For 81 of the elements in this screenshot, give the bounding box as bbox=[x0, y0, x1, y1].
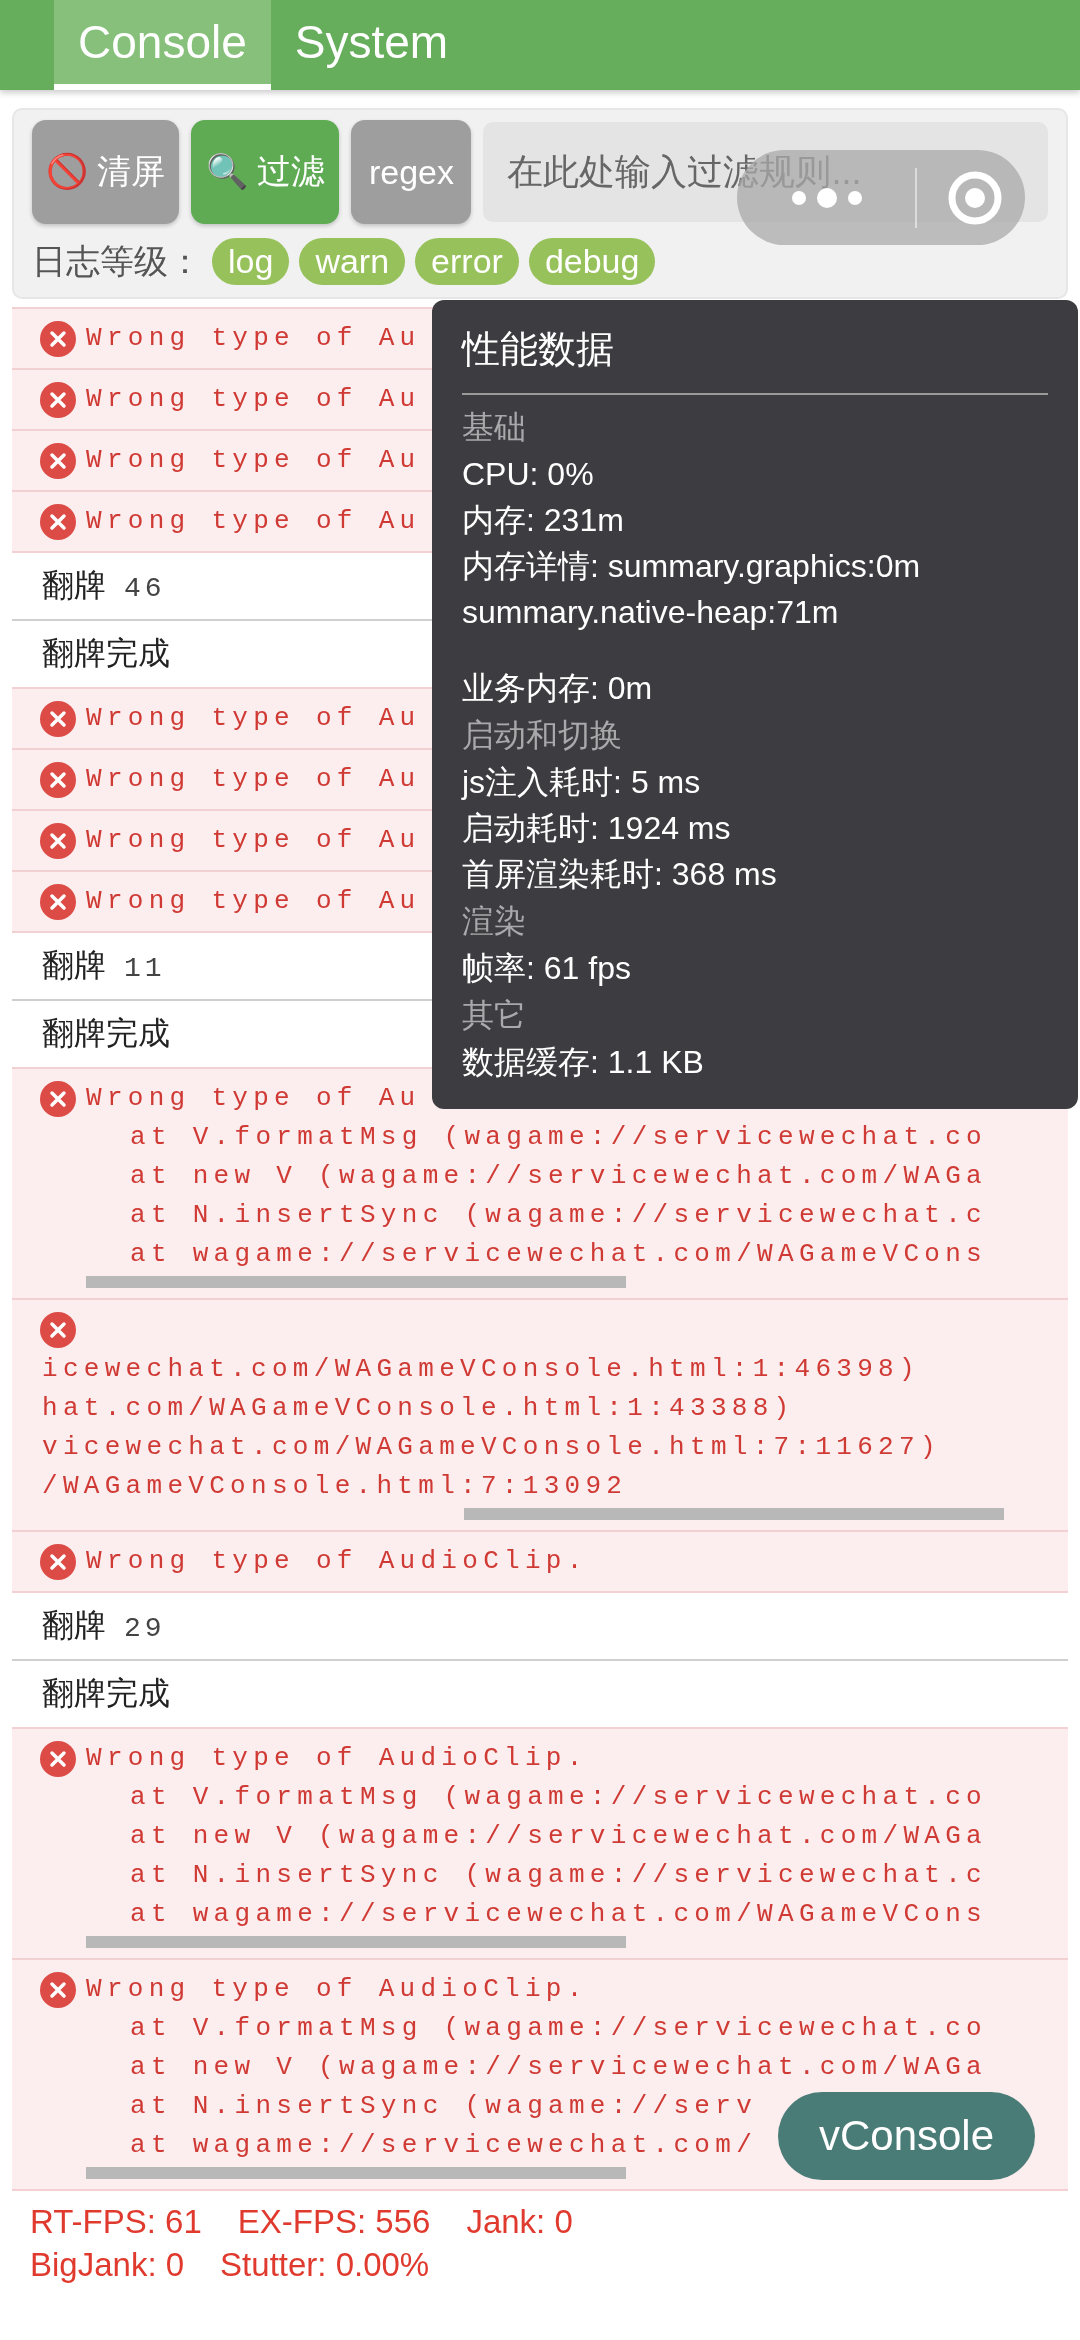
level-filter[interactable]: warn bbox=[299, 238, 406, 285]
error-text: at new V (wagame://servicewechat.com/WAGa bbox=[129, 1160, 987, 1193]
error-icon bbox=[40, 1741, 76, 1777]
level-filter[interactable]: log bbox=[212, 238, 290, 285]
error-text: at N.insertSync (wagame://servicewechat.c bbox=[129, 1859, 987, 1892]
error-text: at new V (wagame://servicewechat.com/WAGa bbox=[129, 2051, 987, 2084]
error-text: Wrong type of Au bbox=[86, 1082, 421, 1115]
error-text: Wrong type of AudioClip. bbox=[86, 1742, 588, 1775]
stat-text: 数据缓存: 1.1 KB bbox=[462, 1043, 705, 1082]
stat-text: js注入耗时: 5 ms bbox=[462, 763, 702, 802]
error-icon bbox=[40, 443, 76, 479]
error-text: Wrong type of AudioClip. bbox=[86, 1545, 588, 1578]
error-text: Wrong type of AudioClip. bbox=[86, 1973, 588, 2006]
error-text: /WAGameVConsole.html:7:13092 bbox=[42, 1470, 628, 1503]
error-text: Wrong type of Au bbox=[86, 444, 421, 477]
log-count: 11 bbox=[124, 953, 166, 984]
error-text: Wrong type of Au bbox=[86, 824, 421, 857]
level-filter[interactable]: debug bbox=[528, 238, 656, 285]
error-icon bbox=[40, 321, 76, 357]
tab[interactable]: System bbox=[270, 0, 473, 90]
error-text: at V.formatMsg (wagame://servicewechat.co bbox=[129, 1121, 987, 1154]
error-text: at wagame://servicewechat.com/ bbox=[129, 2129, 758, 2162]
section-heading: 基础 bbox=[462, 408, 527, 447]
stat-text: CPU: 0% bbox=[462, 455, 595, 494]
log-text: 翻牌 bbox=[42, 946, 106, 985]
error-text: at new V (wagame://servicewechat.com/WAGa bbox=[129, 1820, 987, 1853]
log-text: 翻牌 bbox=[42, 1606, 106, 1645]
error-icon bbox=[40, 701, 76, 737]
log-count: 29 bbox=[124, 1613, 166, 1644]
section-heading: 其它 bbox=[462, 996, 527, 1035]
stat-text: 启动耗时: 1924 ms bbox=[462, 809, 732, 848]
stat-text: 业务内存: 0m bbox=[462, 669, 654, 708]
section-heading: 启动和切换 bbox=[462, 716, 623, 755]
toolbar-button[interactable]: 🚫 清屏 bbox=[32, 120, 180, 224]
level-label: 日志等级： bbox=[32, 240, 202, 282]
error-text: hat.com/WAGameVConsole.html:1:43388) bbox=[42, 1392, 795, 1425]
error-text: at wagame://servicewechat.com/WAGameVCons bbox=[129, 1238, 987, 1271]
error-text: Wrong type of Au bbox=[86, 763, 421, 796]
fps-stat: RT-FPS: 61 bbox=[30, 2202, 202, 2242]
fps-stat: Stutter: 0.00% bbox=[220, 2245, 430, 2285]
error-text: at V.formatMsg (wagame://servicewechat.co bbox=[129, 2012, 987, 2045]
toolbar-button[interactable]: regex bbox=[351, 120, 472, 224]
panel-title: 性能数据 bbox=[462, 316, 1048, 395]
stat-text: 首屏渲染耗时: 368 ms bbox=[462, 855, 778, 894]
error-text: at V.formatMsg (wagame://servicewechat.co bbox=[129, 1781, 987, 1814]
stat-text: 内存: 231m bbox=[462, 501, 625, 540]
error-icon bbox=[40, 762, 76, 798]
fps-stat: BigJank: 0 bbox=[30, 2245, 185, 2285]
error-icon bbox=[40, 1544, 76, 1580]
level-filter[interactable]: error bbox=[415, 238, 519, 285]
toolbar-button[interactable]: 🔍 过滤 bbox=[191, 120, 340, 224]
error-text: at N.insertSync (wagame://servicewechat.c bbox=[129, 1199, 987, 1232]
error-text: at N.insertSync (wagame://serv bbox=[129, 2090, 758, 2123]
error-icon bbox=[40, 504, 76, 540]
error-text: Wrong type of Au bbox=[86, 322, 421, 355]
close-icon[interactable] bbox=[947, 169, 1003, 226]
log-text: 翻牌 bbox=[42, 566, 106, 605]
tab[interactable]: Console bbox=[54, 0, 271, 90]
fps-stat: Jank: 0 bbox=[466, 2202, 573, 2242]
error-icon bbox=[40, 1972, 76, 2008]
log-text: 翻牌完成 bbox=[42, 1014, 170, 1053]
log-text: 翻牌完成 bbox=[42, 634, 170, 673]
error-text: Wrong type of Au bbox=[86, 885, 421, 918]
error-icon bbox=[40, 382, 76, 418]
error-icon bbox=[40, 823, 76, 859]
error-text: Wrong type of Au bbox=[86, 702, 421, 735]
fps-stat: EX-FPS: 556 bbox=[237, 2202, 431, 2242]
section-heading: 渲染 bbox=[462, 902, 527, 941]
error-text: vicewechat.com/WAGameVConsole.html:7:11627) bbox=[42, 1431, 941, 1464]
error-text: icewechat.com/WAGameVConsole.html:1:46398) bbox=[42, 1353, 920, 1386]
error-icon bbox=[40, 1081, 76, 1117]
error-icon bbox=[40, 884, 76, 920]
error-icon bbox=[40, 1312, 76, 1348]
log-count: 46 bbox=[124, 573, 166, 604]
error-text: at wagame://servicewechat.com/WAGameVCons bbox=[129, 1898, 987, 1931]
vconsole-button[interactable]: vConsole bbox=[778, 2092, 1035, 2180]
stat-text: 帧率: 61 fps bbox=[462, 949, 632, 988]
log-text: 翻牌完成 bbox=[42, 1674, 170, 1713]
stat-text: 内存详情: summary.graphics:0m summary.native-heap:71m bbox=[462, 547, 922, 632]
error-text: Wrong type of Au bbox=[86, 505, 421, 538]
error-text: Wrong type of Au bbox=[86, 383, 421, 416]
